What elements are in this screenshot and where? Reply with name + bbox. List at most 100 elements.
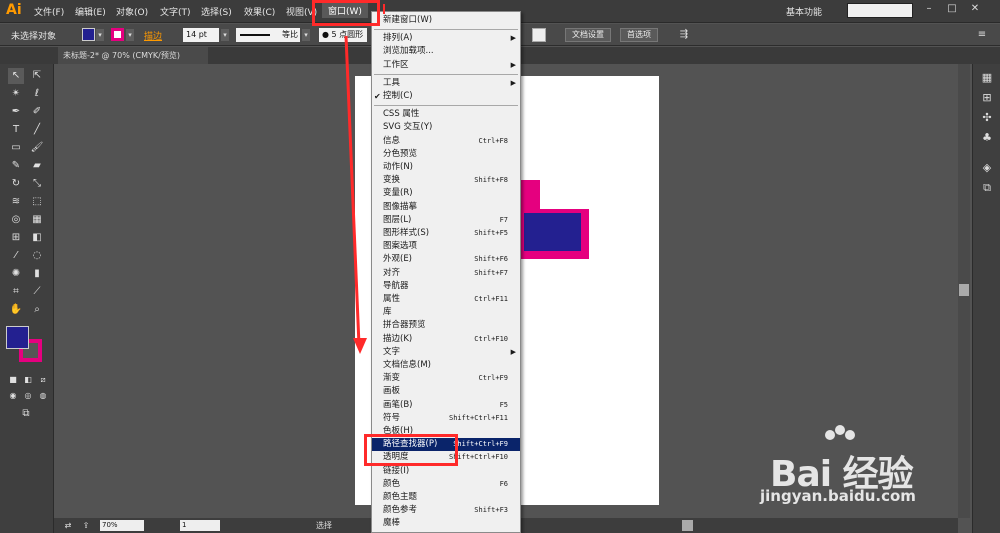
stroke-width-dropdown[interactable]: ▾ <box>221 29 229 41</box>
window-menu-item[interactable]: 动作(N) <box>372 161 520 174</box>
screen-mode-icon[interactable]: ⧉ <box>18 406 34 422</box>
stroke-profile-dropdown[interactable]: ▾ <box>302 29 310 41</box>
window-menu-item[interactable]: 浏览加载项... <box>372 45 520 58</box>
rotate-tool-icon[interactable]: ↻ <box>8 176 24 192</box>
menu-edit[interactable]: 编辑(E) <box>75 5 106 18</box>
stroke-swatch[interactable] <box>111 28 124 41</box>
rectangle-tool-icon[interactable]: ▭ <box>8 140 24 156</box>
shape-rectangle[interactable] <box>524 213 581 251</box>
fill-swatch[interactable] <box>82 28 95 41</box>
window-menu-item[interactable]: 文档信息(M) <box>372 359 520 372</box>
window-menu-item[interactable]: 描边(K) Ctrl+F10 <box>372 333 520 346</box>
preferences-button[interactable]: 首选项 <box>620 28 658 42</box>
window-menu-item[interactable]: 图案选项 <box>372 240 520 253</box>
panel-menu-icon[interactable]: ≡ <box>974 27 990 43</box>
gradient-tool-icon[interactable]: ◧ <box>29 230 45 246</box>
stroke-width-field[interactable]: 14 pt <box>183 28 219 42</box>
shape-builder-icon[interactable]: ◎ <box>8 212 24 228</box>
direct-selection-tool-icon[interactable]: ⇱ <box>29 68 45 84</box>
window-menu-item[interactable]: 渐变 Ctrl+F9 <box>372 372 520 385</box>
window-menu-item[interactable]: 颜色主题 <box>372 491 520 504</box>
window-menu-item[interactable]: 外观(E) Shift+F6 <box>372 253 520 266</box>
swatches-panel-icon[interactable]: ⊞ <box>979 90 995 106</box>
share-icon[interactable]: ⇪ <box>78 518 94 533</box>
menu-type[interactable]: 文字(T) <box>160 5 191 18</box>
color-panel-icon[interactable]: ▦ <box>979 70 995 86</box>
window-menu-item[interactable]: 工具 ▶ <box>372 77 520 90</box>
shape-small[interactable] <box>518 180 540 210</box>
pencil-icon[interactable]: ✎ <box>8 158 24 174</box>
window-menu-item[interactable]: 画笔(B) F5 <box>372 399 520 412</box>
free-transform-icon[interactable]: ⬚ <box>29 194 45 210</box>
brushes-panel-icon[interactable]: ✣ <box>979 110 995 126</box>
window-menu-item[interactable]: 变量(R) <box>372 187 520 200</box>
window-menu-item[interactable]: SVG 交互(Y) <box>372 121 520 134</box>
slice-tool-icon[interactable]: ⟋ <box>29 284 45 300</box>
line-tool-icon[interactable]: ╱ <box>29 122 45 138</box>
artboards-panel-icon[interactable]: ⧉ <box>979 180 995 196</box>
perspective-grid-icon[interactable]: ▦ <box>29 212 45 228</box>
hand-tool-icon[interactable]: ✋ <box>8 302 24 318</box>
window-menu-item[interactable]: 图形样式(S) Shift+F5 <box>372 227 520 240</box>
curvature-tool-icon[interactable]: ✐ <box>29 104 45 120</box>
draw-inside-icon[interactable]: ◍ <box>35 388 51 404</box>
fill-dropdown[interactable]: ▾ <box>96 29 104 41</box>
style-swatch[interactable] <box>532 28 546 42</box>
menu-file[interactable]: 文件(F) <box>34 5 64 18</box>
window-menu-item[interactable]: 变换 Shift+F8 <box>372 174 520 187</box>
layers-panel-icon[interactable]: ◈ <box>979 160 995 176</box>
paintbrush-icon[interactable]: 🖌 <box>29 140 45 156</box>
type-tool-icon[interactable]: T <box>8 122 24 138</box>
gradient-mode-icon[interactable]: ◧ <box>20 372 36 388</box>
symbols-panel-icon[interactable]: ♣ <box>979 130 995 146</box>
width-tool-icon[interactable]: ≋ <box>8 194 24 210</box>
workspace-switcher[interactable]: 基本功能 <box>786 5 822 18</box>
arrange-icon[interactable]: ⇶ <box>676 27 692 43</box>
window-menu-item[interactable]: 分色预览 <box>372 148 520 161</box>
blend-tool-icon[interactable]: ◌ <box>29 248 45 264</box>
eraser-icon[interactable]: ▰ <box>29 158 45 174</box>
color-mode-icon[interactable]: ■ <box>5 372 21 388</box>
window-menu-item[interactable]: 画板 <box>372 385 520 398</box>
symbol-sprayer-icon[interactable]: ✺ <box>8 266 24 282</box>
window-menu-item[interactable]: 导航器 <box>372 280 520 293</box>
document-tab[interactable]: 未标题-2* @ 70% (CMYK/预览) <box>58 47 208 64</box>
scale-tool-icon[interactable]: ⤡ <box>29 176 45 192</box>
stroke-dropdown[interactable]: ▾ <box>126 29 134 41</box>
column-graph-icon[interactable]: ▮ <box>29 266 45 282</box>
stroke-label[interactable]: 描边 <box>144 29 162 42</box>
close-button[interactable]: ✕ <box>966 3 984 18</box>
window-menu-item[interactable]: 排列(A) ▶ <box>372 32 520 45</box>
window-menu-item[interactable]: 颜色参考 Shift+F3 <box>372 504 520 517</box>
window-menu-item[interactable]: CSS 属性 <box>372 108 520 121</box>
window-menu-item[interactable]: 图像描摹 <box>372 201 520 214</box>
window-menu-item[interactable]: 魔棒 <box>372 517 520 530</box>
mesh-tool-icon[interactable]: ⊞ <box>8 230 24 246</box>
status-nav-icon[interactable]: ⇄ <box>60 518 76 533</box>
window-menu-item[interactable]: 信息 Ctrl+F8 <box>372 135 520 148</box>
window-menu-item[interactable]: 控制(C) ✔ <box>372 90 520 103</box>
fill-color-box[interactable] <box>6 326 29 349</box>
zoom-field[interactable]: 70% <box>100 520 144 531</box>
search-field[interactable] <box>847 3 913 18</box>
none-mode-icon[interactable]: ⧄ <box>35 372 51 388</box>
menu-object[interactable]: 对象(O) <box>116 5 148 18</box>
window-menu-item[interactable]: 符号 Shift+Ctrl+F11 <box>372 412 520 425</box>
window-menu-item[interactable]: 工作区 ▶ <box>372 59 520 72</box>
magic-wand-icon[interactable]: ✴ <box>8 86 24 102</box>
doc-setup-button[interactable]: 文档设置 <box>565 28 611 42</box>
window-menu-item[interactable]: 链接(I) <box>372 465 520 478</box>
horizontal-scroll-thumb[interactable] <box>682 520 693 531</box>
menu-effect[interactable]: 效果(C) <box>244 5 275 18</box>
window-menu-item[interactable]: 文字 ▶ <box>372 346 520 359</box>
artboard-tool-icon[interactable]: ⌗ <box>8 284 24 300</box>
selection-tool-icon[interactable]: ↖ <box>8 68 24 84</box>
draw-behind-icon[interactable]: ◎ <box>20 388 36 404</box>
maximize-button[interactable]: □ <box>943 3 961 18</box>
window-menu-item[interactable]: 属性 Ctrl+F11 <box>372 293 520 306</box>
scroll-thumb[interactable] <box>959 284 969 296</box>
window-menu-item[interactable]: 库 <box>372 306 520 319</box>
pen-tool-icon[interactable]: ✒ <box>8 104 24 120</box>
window-menu-item[interactable]: 对齐 Shift+F7 <box>372 267 520 280</box>
minimize-button[interactable]: – <box>920 3 938 18</box>
